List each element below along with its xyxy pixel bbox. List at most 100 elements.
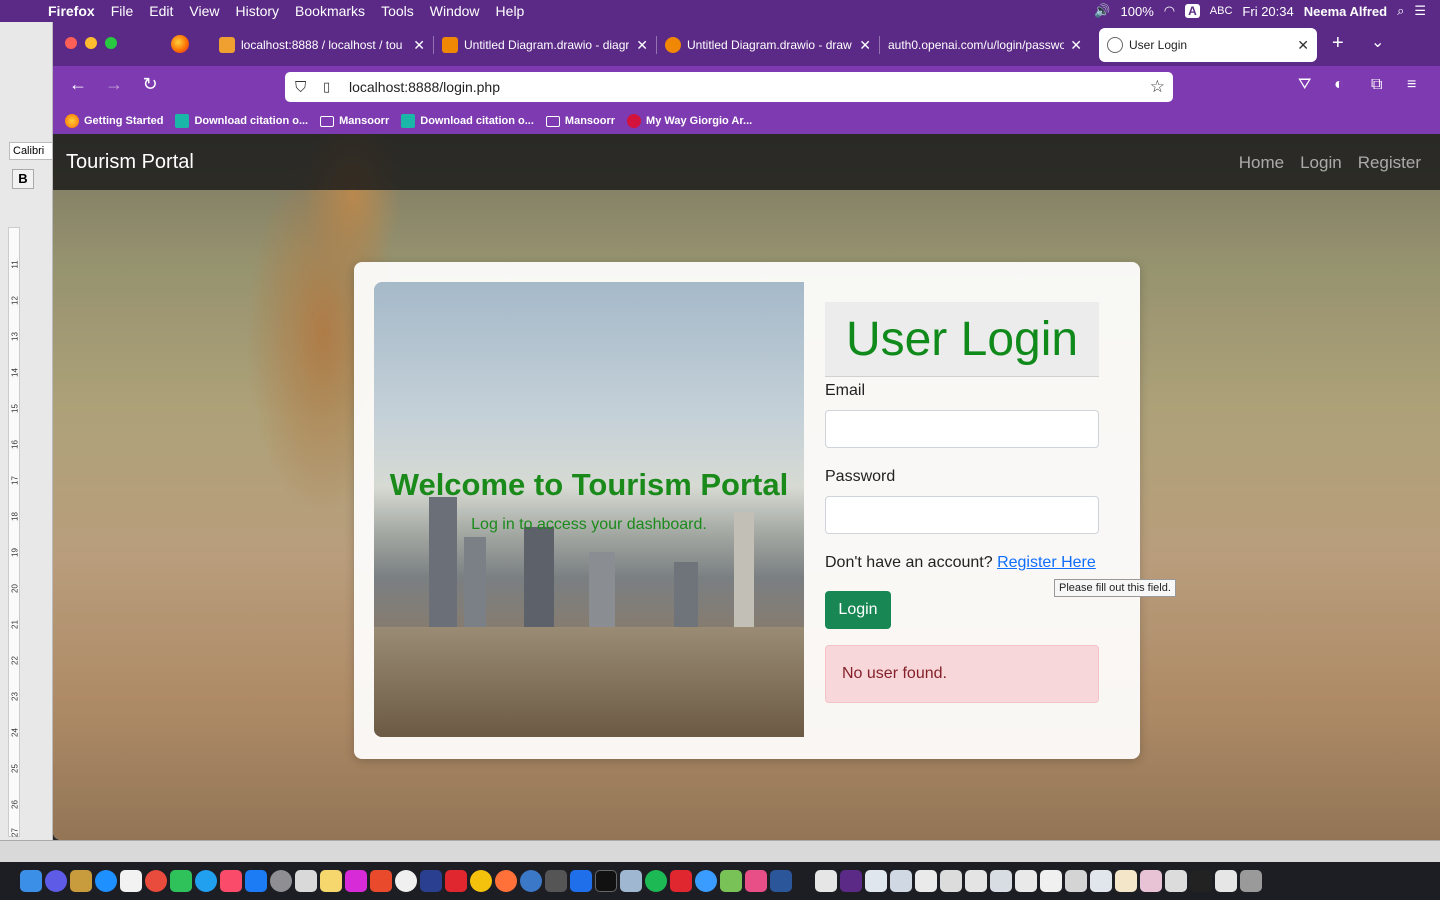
minimized-window-icon[interactable] bbox=[865, 870, 887, 892]
menu-app-name[interactable]: Firefox bbox=[40, 3, 103, 19]
app-store-icon[interactable] bbox=[245, 870, 267, 892]
bookmark-mansoorr[interactable]: Mansoorr bbox=[320, 115, 389, 127]
minimized-window-icon[interactable] bbox=[940, 870, 962, 892]
notes-icon[interactable] bbox=[70, 870, 92, 892]
register-link[interactable]: Register Here bbox=[997, 554, 1096, 571]
system-preferences-icon[interactable] bbox=[270, 870, 292, 892]
clock[interactable]: Fri 20:34 bbox=[1242, 4, 1293, 19]
shield-icon[interactable]: ⛉ bbox=[295, 79, 315, 96]
minimized-window-icon[interactable] bbox=[990, 870, 1012, 892]
user-name[interactable]: Neema Alfred bbox=[1304, 4, 1387, 19]
close-icon[interactable]: ✕ bbox=[853, 37, 871, 54]
page-icon[interactable]: ▯ bbox=[323, 79, 339, 95]
font-name-box[interactable]: Calibri bbox=[9, 142, 53, 160]
xcode-icon[interactable] bbox=[570, 870, 592, 892]
login-button[interactable]: Login bbox=[825, 591, 891, 629]
control-center-icon[interactable]: ☰ bbox=[1414, 3, 1426, 19]
music-icon[interactable] bbox=[220, 870, 242, 892]
input-source-badge[interactable]: A bbox=[1185, 4, 1200, 18]
minimized-window-icon[interactable] bbox=[915, 870, 937, 892]
site-brand[interactable]: Tourism Portal bbox=[66, 151, 194, 174]
nav-login-link[interactable]: Login bbox=[1300, 153, 1342, 173]
close-icon[interactable]: ✕ bbox=[630, 37, 648, 54]
help-icon[interactable] bbox=[545, 870, 567, 892]
menu-icon[interactable]: ≡ bbox=[1407, 76, 1416, 94]
firefox-view-icon[interactable] bbox=[171, 35, 189, 53]
volume-icon[interactable]: 🔊 bbox=[1094, 3, 1110, 19]
chrome-icon[interactable] bbox=[470, 870, 492, 892]
chevron-down-icon[interactable]: ⌄ bbox=[1371, 32, 1384, 52]
mysql-icon[interactable] bbox=[695, 870, 717, 892]
input-source[interactable]: ABC bbox=[1210, 5, 1233, 17]
folder-icon[interactable] bbox=[320, 870, 342, 892]
minimized-window-icon[interactable] bbox=[815, 870, 837, 892]
menu-view[interactable]: View bbox=[181, 3, 227, 19]
spotlight-icon[interactable]: ⌕ bbox=[1397, 3, 1404, 19]
battery-percent[interactable]: 100% bbox=[1121, 4, 1154, 19]
menu-tools[interactable]: Tools bbox=[373, 3, 422, 19]
reload-icon[interactable]: ↻ bbox=[137, 74, 163, 95]
phpstorm-icon[interactable] bbox=[345, 870, 367, 892]
bold-button[interactable]: B bbox=[12, 169, 34, 189]
skype-icon[interactable] bbox=[195, 870, 217, 892]
browser-icon[interactable] bbox=[520, 870, 542, 892]
fullscreen-window-button[interactable] bbox=[105, 37, 117, 49]
network-icon[interactable] bbox=[420, 870, 442, 892]
pocket-icon[interactable]: ⛛ bbox=[1298, 76, 1311, 94]
minimized-window-icon[interactable] bbox=[1090, 870, 1112, 892]
tab-auth0[interactable]: auth0.openai.com/u/login/password ✕ bbox=[880, 28, 1090, 62]
forward-icon[interactable]: → bbox=[101, 74, 127, 95]
bookmark-download-citation-2[interactable]: Download citation o... bbox=[401, 114, 534, 128]
close-icon[interactable]: ✕ bbox=[1064, 37, 1082, 54]
paw-icon[interactable] bbox=[370, 870, 392, 892]
minimized-window-icon[interactable] bbox=[1190, 870, 1212, 892]
email-field[interactable] bbox=[825, 410, 1099, 448]
photos-icon[interactable] bbox=[145, 870, 167, 892]
minimized-window-icon[interactable] bbox=[890, 870, 912, 892]
image-capture-icon[interactable] bbox=[620, 870, 642, 892]
minimized-window-icon[interactable] bbox=[1065, 870, 1087, 892]
messages-icon[interactable] bbox=[170, 870, 192, 892]
tab-drawio-2[interactable]: Untitled Diagram.drawio - draw ✕ bbox=[657, 28, 879, 62]
document-icon[interactable] bbox=[120, 870, 142, 892]
minimized-window-icon[interactable] bbox=[1140, 870, 1162, 892]
menu-history[interactable]: History bbox=[227, 3, 287, 19]
minimize-window-button[interactable] bbox=[85, 37, 97, 49]
url-text[interactable]: localhost:8888/login.php bbox=[349, 79, 500, 95]
sequel-icon[interactable] bbox=[395, 870, 417, 892]
menu-bookmarks[interactable]: Bookmarks bbox=[287, 3, 373, 19]
minimized-window-icon[interactable] bbox=[1115, 870, 1137, 892]
password-field[interactable] bbox=[825, 496, 1099, 534]
bookmark-mansoorr-2[interactable]: Mansoorr bbox=[545, 115, 615, 127]
menu-edit[interactable]: Edit bbox=[141, 3, 181, 19]
wifi-icon[interactable]: ◠ bbox=[1164, 3, 1175, 19]
firefox-icon[interactable] bbox=[495, 870, 517, 892]
trash-icon[interactable] bbox=[1240, 870, 1262, 892]
tab-user-login[interactable]: User Login ✕ bbox=[1099, 28, 1317, 62]
tab-drawio-1[interactable]: Untitled Diagram.drawio - diagr ✕ bbox=[434, 28, 656, 62]
close-window-button[interactable] bbox=[65, 37, 77, 49]
bookmark-download-citation[interactable]: Download citation o... bbox=[175, 114, 308, 128]
preview-icon[interactable] bbox=[295, 870, 317, 892]
menu-file[interactable]: File bbox=[103, 3, 142, 19]
new-tab-icon[interactable]: + bbox=[1332, 32, 1344, 55]
bookmark-my-way[interactable]: My Way Giorgio Ar... bbox=[627, 114, 752, 128]
nav-home-link[interactable]: Home bbox=[1239, 153, 1284, 173]
star-icon[interactable]: ☆ bbox=[1150, 77, 1165, 97]
menu-help[interactable]: Help bbox=[488, 3, 533, 19]
menu-window[interactable]: Window bbox=[422, 3, 488, 19]
anydesk-icon[interactable] bbox=[670, 870, 692, 892]
back-icon[interactable]: ← bbox=[65, 74, 91, 95]
minimized-window-icon[interactable] bbox=[1165, 870, 1187, 892]
minimized-window-icon[interactable] bbox=[1015, 870, 1037, 892]
acrobat-icon[interactable] bbox=[445, 870, 467, 892]
address-bar[interactable]: ⛉ ▯ localhost:8888/login.php ☆ bbox=[285, 72, 1173, 102]
word-icon[interactable] bbox=[770, 870, 792, 892]
theme-icon[interactable]: ◐ bbox=[1334, 76, 1344, 94]
tab-phpmyadmin[interactable]: localhost:8888 / localhost / tou ✕ bbox=[211, 28, 433, 62]
finder-icon[interactable] bbox=[20, 870, 42, 892]
minimized-window-icon[interactable] bbox=[840, 870, 862, 892]
extensions-icon[interactable]: ⧉ bbox=[1371, 76, 1382, 94]
minimized-window-icon[interactable] bbox=[1215, 870, 1237, 892]
terminal-icon[interactable] bbox=[595, 870, 617, 892]
